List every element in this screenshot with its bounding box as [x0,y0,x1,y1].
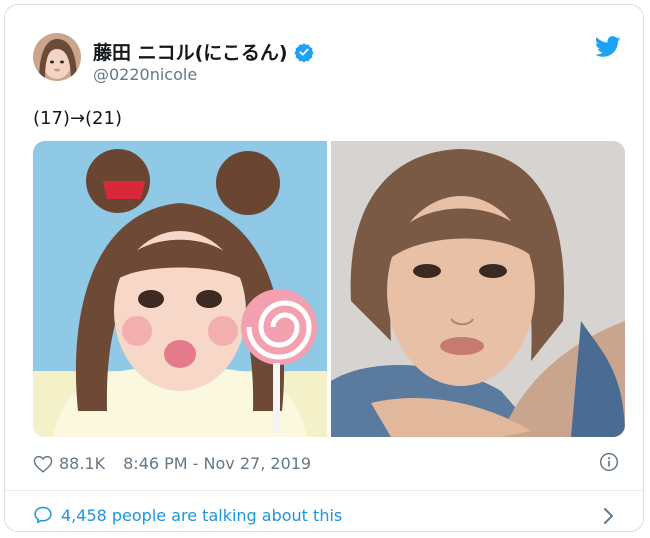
info-icon[interactable] [599,452,619,472]
tweet-media[interactable] [33,141,625,437]
twitter-bird-icon[interactable] [595,36,621,58]
conversation-count-text[interactable]: 4,458 people are talking about this [61,506,342,525]
user-handle[interactable]: @0220nicole [93,65,197,84]
heart-icon[interactable] [33,455,53,473]
tweet-text: (17)→(21) [33,108,122,129]
photo-left[interactable] [33,141,327,437]
divider [5,490,643,491]
author-name-row[interactable]: 藤田 ニコル(にこるん) [93,38,314,65]
verified-badge-icon [293,42,314,62]
avatar[interactable] [33,33,81,81]
conversation-link[interactable]: 4,458 people are talking about this [33,505,342,525]
photo-right[interactable] [331,141,625,437]
speech-bubble-icon [34,506,52,524]
tweet-meta: 88.1K 8:46 PM - Nov 27, 2019 [33,454,311,473]
chevron-right-icon[interactable] [603,507,615,525]
display-name[interactable]: 藤田 ニコル(にこるん) [93,38,288,65]
timestamp[interactable]: 8:46 PM - Nov 27, 2019 [123,454,311,473]
tweet-card[interactable]: 藤田 ニコル(にこるん) @0220nicole (17)→(21) 88.1K… [4,4,644,532]
like-count[interactable]: 88.1K [59,454,105,473]
